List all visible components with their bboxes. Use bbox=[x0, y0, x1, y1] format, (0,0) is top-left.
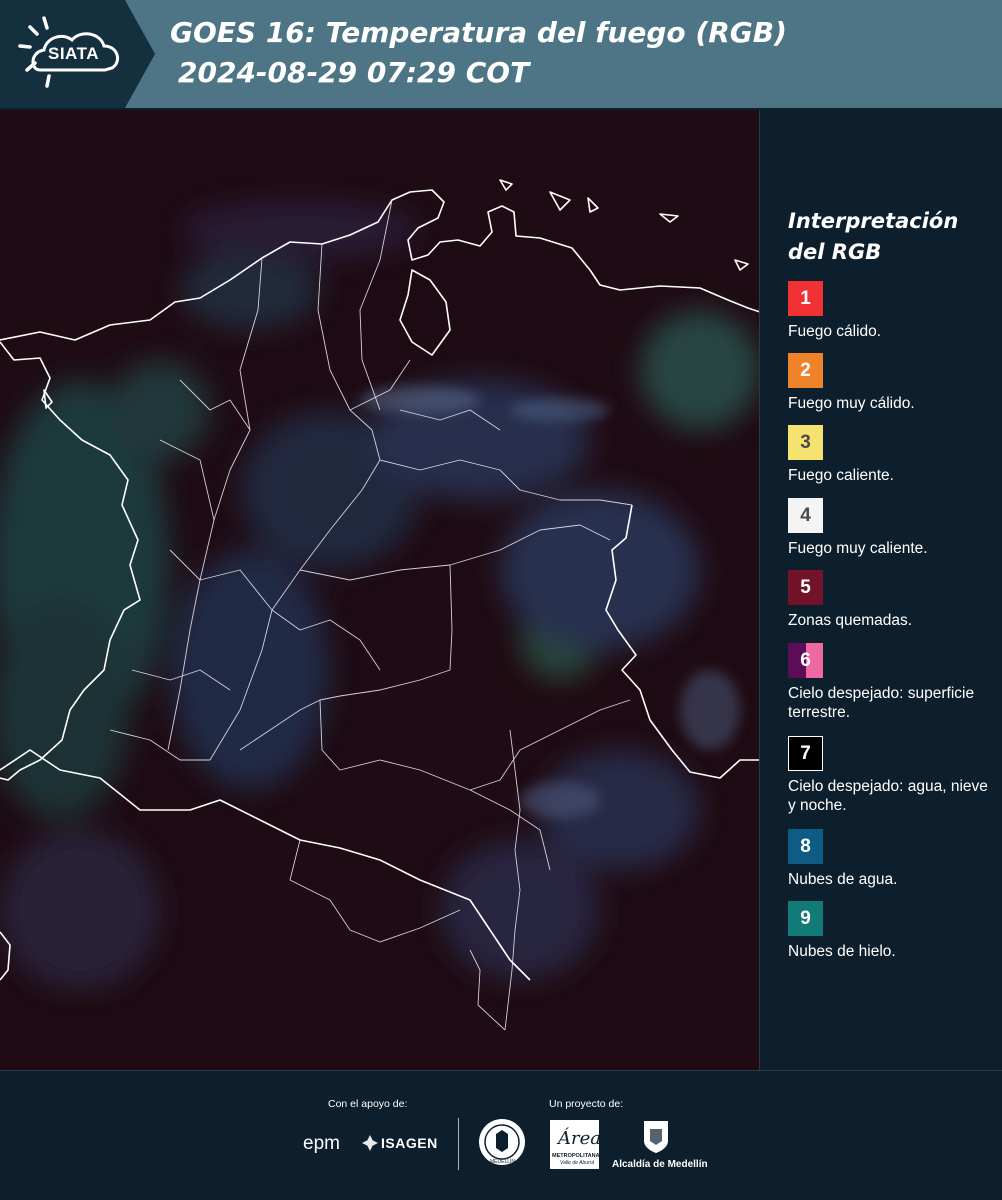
legend-item: 5 Zonas quemadas. bbox=[788, 570, 998, 630]
legend-title: Interpretación del RGB bbox=[788, 209, 959, 264]
legend-number: 5 bbox=[800, 576, 811, 598]
legend-swatch: 2 bbox=[788, 353, 823, 388]
page-timestamp: 2024-08-29 07:29 COT bbox=[178, 56, 530, 89]
legend-label: Fuego caliente. bbox=[788, 467, 894, 484]
isagen-logo: ISAGEN bbox=[381, 1135, 438, 1151]
alcaldia-logo: Alcaldía de Medellín bbox=[612, 1159, 708, 1170]
legend-item: 1 Fuego cálido. bbox=[788, 281, 998, 341]
legend-label: Nubes de hielo. bbox=[788, 943, 896, 960]
legend-swatch: 5 bbox=[788, 570, 823, 605]
legend-item: 9 Nubes de hielo. bbox=[788, 901, 998, 961]
metro-sub1: METROPOLITANA bbox=[552, 1153, 600, 1159]
legend-swatch: 7 bbox=[788, 736, 823, 771]
footer: Con el apoyo de: Un proyecto de: epm ISA… bbox=[0, 1070, 1002, 1200]
legend-number: 2 bbox=[800, 359, 811, 381]
project-label: Un proyecto de: bbox=[549, 1098, 624, 1110]
legend-swatch: 3 bbox=[788, 425, 823, 460]
legend-number: 3 bbox=[800, 431, 811, 453]
alcaldia-shield-icon bbox=[644, 1121, 668, 1153]
legend-swatch: 9 bbox=[788, 901, 823, 936]
epm-logo: epm bbox=[303, 1133, 340, 1154]
support-label: Con el apoyo de: bbox=[328, 1098, 408, 1110]
metro-sub2: Valle de Aburrá bbox=[560, 1160, 595, 1166]
metro-title: Área bbox=[558, 1128, 601, 1149]
page-title: GOES 16: Temperatura del fuego (RGB) bbox=[170, 16, 787, 49]
legend-item: 6 Cielo despejado: superficie terrestre. bbox=[788, 643, 998, 722]
legend-number: 6 bbox=[800, 649, 811, 671]
legend-label: Fuego muy cálido. bbox=[788, 395, 915, 412]
legend-swatch: 8 bbox=[788, 829, 823, 864]
legend-number: 8 bbox=[800, 835, 811, 857]
seal-label: MEDELLÍN bbox=[490, 1159, 516, 1165]
legend-label: Nubes de agua. bbox=[788, 871, 898, 888]
header: SIATA GOES 16: Temperatura del fuego (RG… bbox=[0, 0, 1002, 108]
isagen-mark-icon bbox=[362, 1135, 378, 1151]
legend-panel: Interpretación del RGB 1 Fuego cálido. 2 Fu… bbox=[760, 110, 1002, 1070]
legend-number: 7 bbox=[800, 742, 811, 764]
legend-swatch: 4 bbox=[788, 498, 823, 533]
map-image bbox=[0, 110, 759, 1070]
legend-item: 2 Fuego muy cálido. bbox=[788, 353, 998, 413]
legend-label: Fuego cálido. bbox=[788, 323, 882, 340]
footer-divider bbox=[458, 1118, 459, 1170]
legend-number: 1 bbox=[800, 287, 811, 309]
legend-label: Zonas quemadas. bbox=[788, 612, 913, 629]
legend-label: Cielo despejado: superficie terrestre. bbox=[788, 685, 975, 721]
legend-item: 3 Fuego caliente. bbox=[788, 425, 998, 485]
legend-item: 4 Fuego muy caliente. bbox=[788, 498, 998, 558]
logo-text: SIATA bbox=[48, 44, 99, 63]
legend-item: 7 Cielo despejado: agua, nieve y noche. bbox=[788, 736, 998, 815]
legend-number: 9 bbox=[800, 907, 811, 929]
legend-swatch: 1 bbox=[788, 281, 823, 316]
legend-swatch: 6 bbox=[788, 643, 823, 678]
legend-number: 4 bbox=[800, 504, 811, 526]
metropolitana-logo: Área METROPOLITANA Valle de Aburrá bbox=[550, 1120, 601, 1169]
legend-label: Fuego muy caliente. bbox=[788, 540, 928, 557]
legend-item: 8 Nubes de agua. bbox=[788, 829, 998, 889]
satellite-map bbox=[0, 110, 760, 1070]
siata-logo: SIATA bbox=[0, 0, 155, 108]
legend-label: Cielo despejado: agua, nieve y noche. bbox=[788, 778, 988, 814]
